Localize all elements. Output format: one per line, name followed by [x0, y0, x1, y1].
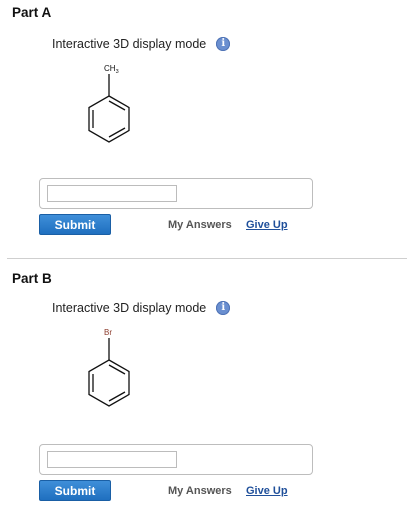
part-a-submit-button[interactable]: Submit: [39, 214, 111, 235]
part-a-give-up-link[interactable]: Give Up: [246, 219, 288, 231]
part-b-display-mode: Interactive 3D display mode i: [52, 301, 231, 315]
part-a-answer-input[interactable]: [47, 185, 177, 202]
info-icon[interactable]: i: [216, 301, 231, 315]
part-b-title: Part B: [12, 271, 52, 286]
part-b-answer-box: [39, 444, 313, 475]
display-mode-label: Interactive 3D display mode: [52, 301, 207, 315]
part-divider: [7, 258, 407, 259]
part-a-title: Part A: [12, 5, 52, 20]
part-a-my-answers-link[interactable]: My Answers: [168, 219, 232, 231]
part-a-display-mode: Interactive 3D display mode i: [52, 37, 231, 51]
part-b-my-answers-link[interactable]: My Answers: [168, 485, 232, 497]
part-a-answer-box: [39, 178, 313, 209]
part-b-answer-input[interactable]: [47, 451, 177, 468]
display-mode-label: Interactive 3D display mode: [52, 37, 207, 51]
benzene-ring: [88, 74, 130, 143]
part-b-give-up-link[interactable]: Give Up: [246, 485, 288, 497]
toluene-structure: CH3: [88, 64, 130, 143]
part-b-submit-button[interactable]: Submit: [39, 480, 111, 501]
benzene-ring: [88, 338, 130, 407]
bromobenzene-structure: Br: [88, 328, 130, 407]
methyl-text: CH: [104, 64, 116, 73]
methyl-label: CH3: [104, 64, 119, 75]
bromine-label: Br: [104, 328, 112, 337]
info-icon[interactable]: i: [216, 37, 231, 51]
methyl-subscript: 3: [116, 69, 119, 75]
